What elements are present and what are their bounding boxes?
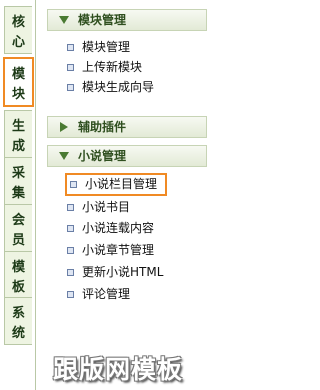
tab-collect[interactable]: 采集: [4, 157, 32, 205]
tab-label: 核心: [5, 13, 32, 53]
tab-label-char: 统: [11, 326, 25, 341]
tab-label-char: 板: [11, 280, 25, 295]
menu-item-novel-category-manage[interactable]: 小说栏目管理: [65, 173, 168, 196]
tab-core[interactable]: 核心: [4, 6, 32, 54]
bullet-icon: [70, 181, 77, 188]
menu-item-label: 上传新模块: [82, 60, 143, 74]
section-header-novel-manage[interactable]: 小说管理: [47, 145, 207, 167]
tab-generate[interactable]: 生成: [4, 110, 32, 158]
bullet-icon: [67, 225, 74, 232]
tab-templates[interactable]: 模板: [4, 251, 32, 299]
bullet-icon: [67, 64, 74, 71]
bullet-icon: [67, 291, 74, 298]
bullet-icon: [67, 247, 74, 254]
tab-label: 模块: [5, 65, 32, 105]
menu-item-upload-module[interactable]: 上传新模块: [64, 58, 142, 76]
tab-label-char: 核: [11, 15, 25, 30]
tab-label: 生成: [5, 117, 32, 157]
menu-item-label: 模块生成向导: [82, 80, 155, 94]
menu-item-label: 小说连载内容: [82, 221, 155, 235]
tab-label-char: 生: [11, 119, 25, 134]
menu-item-label: 小说书目: [82, 200, 131, 214]
chevron-down-icon: [59, 152, 69, 160]
tab-members[interactable]: 会员: [4, 204, 32, 252]
tab-label: 模板: [5, 258, 32, 298]
menu-item-update-novel-html[interactable]: 更新小说HTML: [64, 263, 163, 281]
menu-item-comment-manage[interactable]: 评论管理: [64, 285, 130, 303]
tab-label-char: 模: [11, 67, 25, 82]
tab-label-char: 心: [11, 35, 25, 50]
section-title: 辅助插件: [78, 120, 127, 134]
bullet-icon: [67, 204, 74, 211]
admin-menu-frame: 核心 模块 生成 采集 会员 模板 系统 模块管理 模块管理 上传新模块 模块生…: [0, 0, 216, 390]
tab-label-char: 系: [11, 306, 25, 321]
watermark-text: 跟版网模板: [53, 355, 184, 384]
section-title: 小说管理: [78, 149, 127, 163]
tab-modules[interactable]: 模块: [3, 57, 34, 107]
bullet-icon: [67, 269, 74, 276]
vertical-tab-strip: 核心 模块 生成 采集 会员 模板 系统: [0, 0, 36, 390]
tab-label-char: 会: [11, 213, 25, 228]
chevron-right-icon: [60, 122, 68, 132]
section-title: 模块管理: [78, 13, 127, 27]
menu-item-novel-books[interactable]: 小说书目: [64, 198, 130, 216]
chevron-down-icon: [59, 16, 69, 24]
tab-system[interactable]: 系统: [4, 297, 32, 345]
menu-item-label: 模块管理: [82, 40, 131, 54]
menu-item-label: 小说栏目管理: [85, 177, 158, 191]
tab-label: 系统: [5, 304, 32, 344]
menu-panel: 模块管理 模块管理 上传新模块 模块生成向导 辅助插件 小说管理 小说栏目管理: [35, 0, 216, 390]
menu-item-module-manage[interactable]: 模块管理: [64, 38, 130, 56]
tab-label-char: 模: [11, 260, 25, 275]
bullet-icon: [67, 44, 74, 51]
menu-item-label: 评论管理: [82, 287, 131, 301]
tab-label-char: 采: [11, 166, 25, 181]
menu-item-novel-chapter-manage[interactable]: 小说章节管理: [64, 241, 154, 259]
tab-label: 采集: [5, 164, 32, 204]
menu-item-module-wizard[interactable]: 模块生成向导: [64, 78, 154, 96]
menu-item-label: 小说章节管理: [82, 243, 155, 257]
tab-label-char: 员: [11, 233, 25, 248]
bullet-icon: [67, 84, 74, 91]
section-header-plugins[interactable]: 辅助插件: [47, 116, 207, 138]
tab-label-char: 成: [11, 139, 25, 154]
menu-item-novel-serial-content[interactable]: 小说连载内容: [64, 219, 154, 237]
tab-label: 会员: [5, 211, 32, 251]
tab-label-char: 集: [11, 186, 25, 201]
section-header-module-manage[interactable]: 模块管理: [47, 9, 207, 31]
tab-label-char: 块: [11, 87, 25, 102]
menu-item-label: 更新小说HTML: [82, 265, 164, 279]
